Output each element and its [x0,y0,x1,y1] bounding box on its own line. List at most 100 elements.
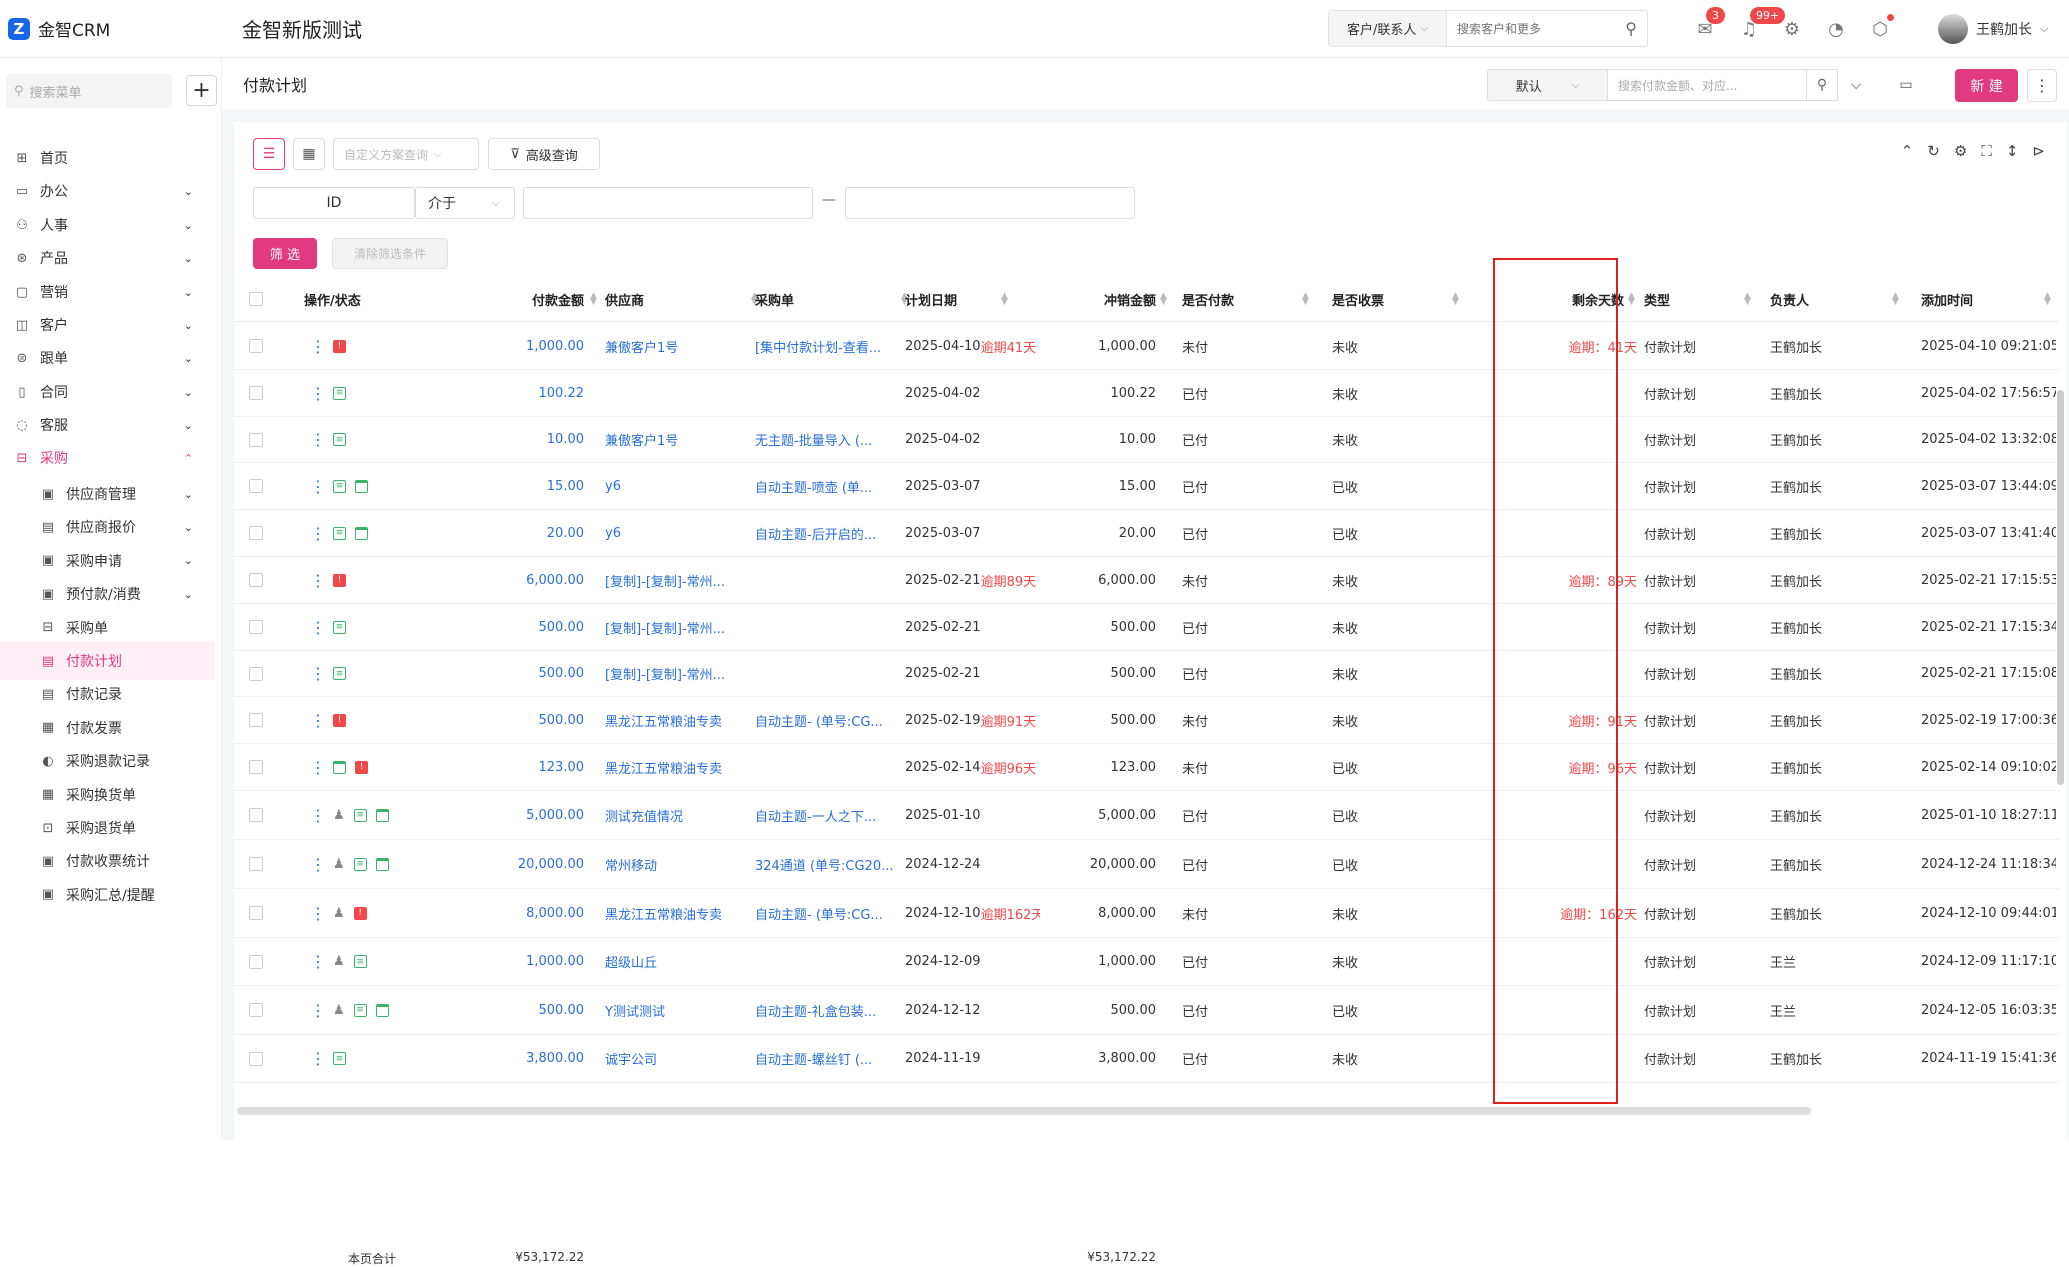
receipt-icon[interactable] [375,857,389,871]
search-type-select[interactable]: 客户/联系人 ⌵ [1329,11,1447,46]
more-actions-icon[interactable]: ⋮ [310,524,326,543]
amount-cell[interactable]: 123.00 [484,744,585,790]
menu-search[interactable]: ⚲ 搜索菜单 [6,74,172,108]
sidebar-subitem[interactable]: ◐ 采购退款记录 [0,742,215,780]
more-actions-icon[interactable]: ⋮ [310,711,326,730]
vertical-scrollbar[interactable] [2057,390,2064,785]
range-end-input[interactable] [845,187,1135,219]
sidebar-item-office[interactable]: ▭ 办公 ⌄ [0,172,215,210]
header-paid[interactable]: 是否付款 [1182,276,1234,322]
sidebar-subitem[interactable]: ⊟ 采购单 [0,609,215,647]
invoice-icon[interactable]: ≡ [353,955,367,968]
more-actions-icon[interactable]: ⋮ [310,952,326,971]
bell-icon[interactable]: ♫ 99+ [1736,7,1786,42]
calendar-view-icon[interactable]: ▦ [293,138,325,170]
sort-icon[interactable]: ▲ ▼ [590,292,597,307]
receipt-icon[interactable] [355,526,368,540]
po-cell[interactable] [755,938,895,985]
collapse-icon[interactable]: ⌃ [1901,142,1914,160]
view-select[interactable]: 默认 ⌵ [1487,69,1607,101]
receipt-icon[interactable] [375,1003,389,1017]
fullscreen-icon[interactable]: ⛶ [1981,142,1992,160]
po-cell[interactable] [755,604,895,650]
sidebar-subitem[interactable]: ▦ 付款发票 [0,709,215,747]
supplier-cell[interactable]: 诚宇公司 [605,1035,745,1082]
sort-icon[interactable]: ▲ ▼ [1892,292,1899,307]
sidebar-subitem[interactable]: ▣ 供应商管理 ⌄ [0,475,215,513]
horizontal-scrollbar[interactable] [237,1107,1811,1115]
sort-icon[interactable]: ▲ ▼ [1452,292,1459,307]
amount-cell[interactable]: 3,800.00 [484,1035,584,1082]
po-cell[interactable] [755,370,895,416]
user-menu[interactable]: 王鹤加长 ⌵ [1938,14,2048,44]
sort-icon[interactable]: ▲ ▼ [2044,292,2051,307]
row-checkbox[interactable] [249,557,263,603]
gear-icon[interactable]: ⚙ [1779,16,1805,42]
more-actions-icon[interactable]: ⋮ [310,758,326,777]
supplier-cell[interactable]: 兼傲客户1号 [605,323,745,369]
cube-icon[interactable]: ⬡ [1867,14,1894,42]
invoice-icon[interactable]: ≡ [333,526,346,540]
row-checkbox[interactable] [249,463,263,509]
supplier-cell[interactable]: 兼傲客户1号 [605,417,745,462]
row-checkbox[interactable] [249,417,263,462]
po-cell[interactable]: 324通道 (单号:CG20... [755,840,895,888]
amount-cell[interactable]: 20.00 [484,510,584,556]
checkbox[interactable] [249,808,263,822]
sort-icon[interactable]: ▲ ▼ [1160,292,1167,307]
po-cell[interactable]: 自动主题- (单号:CG... [755,697,895,743]
header-type[interactable]: 类型 [1644,276,1670,322]
po-cell[interactable]: 自动主题-后开启的... [755,510,895,556]
user-icon[interactable]: ♟ [333,857,345,872]
amount-cell[interactable]: 100.22 [484,370,585,416]
po-cell[interactable]: 自动主题-螺丝钉 (... [755,1035,895,1082]
invoice-icon[interactable]: ≡ [333,1052,346,1065]
amount-cell[interactable]: 1,000.00 [484,323,584,369]
receipt-icon[interactable] [333,760,346,774]
checkbox[interactable] [249,432,263,447]
row-checkbox[interactable] [249,323,263,369]
warning-icon[interactable]: ! [353,906,367,920]
range-start-input[interactable] [523,187,813,219]
supplier-cell[interactable]: 黑龙江五常粮油专卖 [605,697,745,743]
page-search-input[interactable]: 搜索付款金额、对应... [1607,69,1807,101]
supplier-cell[interactable]: 超级山丘 [605,938,745,985]
more-actions-icon[interactable]: ⋮ [310,571,326,590]
supplier-cell[interactable]: Y测试测试 [605,986,745,1034]
row-checkbox[interactable] [249,986,263,1034]
clear-filter-button[interactable]: 清除筛选条件 [332,238,448,269]
supplier-cell[interactable]: y6 [605,510,745,556]
advanced-query-button[interactable]: ⊽ 高级查询 [488,138,600,170]
message-icon[interactable]: ✉ 3 [1692,7,1725,42]
scheme-select[interactable]: 自定义方案查询 ⌵ [333,138,479,170]
search-icon[interactable]: ⚲ [1625,19,1637,38]
chart-icon[interactable]: ◔ [1823,16,1849,42]
amount-cell[interactable]: 15.00 [484,463,584,509]
checkbox[interactable] [249,666,263,681]
supplier-cell[interactable]: 测试充值情况 [605,791,745,839]
refresh-icon[interactable]: ↻ [1927,142,1940,160]
invoice-icon[interactable]: ≡ [333,620,346,634]
row-height-icon[interactable]: ↕ [2006,142,2019,160]
user-icon[interactable]: ♟ [333,808,345,823]
user-icon[interactable]: ♟ [333,1003,345,1018]
sidebar-subitem[interactable]: ▤ 付款记录 [0,675,215,713]
row-checkbox[interactable] [249,840,263,888]
row-checkbox[interactable] [249,510,263,556]
row-checkbox[interactable] [249,651,263,696]
checkbox[interactable] [249,339,263,353]
settings-icon[interactable]: ⚙ [1954,142,1967,160]
header-supplier[interactable]: 供应商 [605,276,644,322]
warning-icon[interactable]: ! [333,573,346,587]
add-menu-button[interactable]: + [186,75,217,106]
invoice-icon[interactable]: ≡ [333,433,346,446]
brand-logo[interactable]: Z 金智CRM [0,16,225,41]
header-plan-date[interactable]: 计划日期 [905,276,957,322]
po-cell[interactable] [755,744,895,790]
checkbox[interactable] [249,573,263,587]
more-actions-icon[interactable]: ⋮ [310,1001,326,1020]
sidebar-item-product[interactable]: ⊛ 产品 ⌄ [0,239,215,277]
amount-cell[interactable]: 10.00 [484,417,584,462]
more-actions-icon[interactable]: ⋮ [310,904,326,923]
user-icon[interactable]: ♟ [333,906,345,921]
